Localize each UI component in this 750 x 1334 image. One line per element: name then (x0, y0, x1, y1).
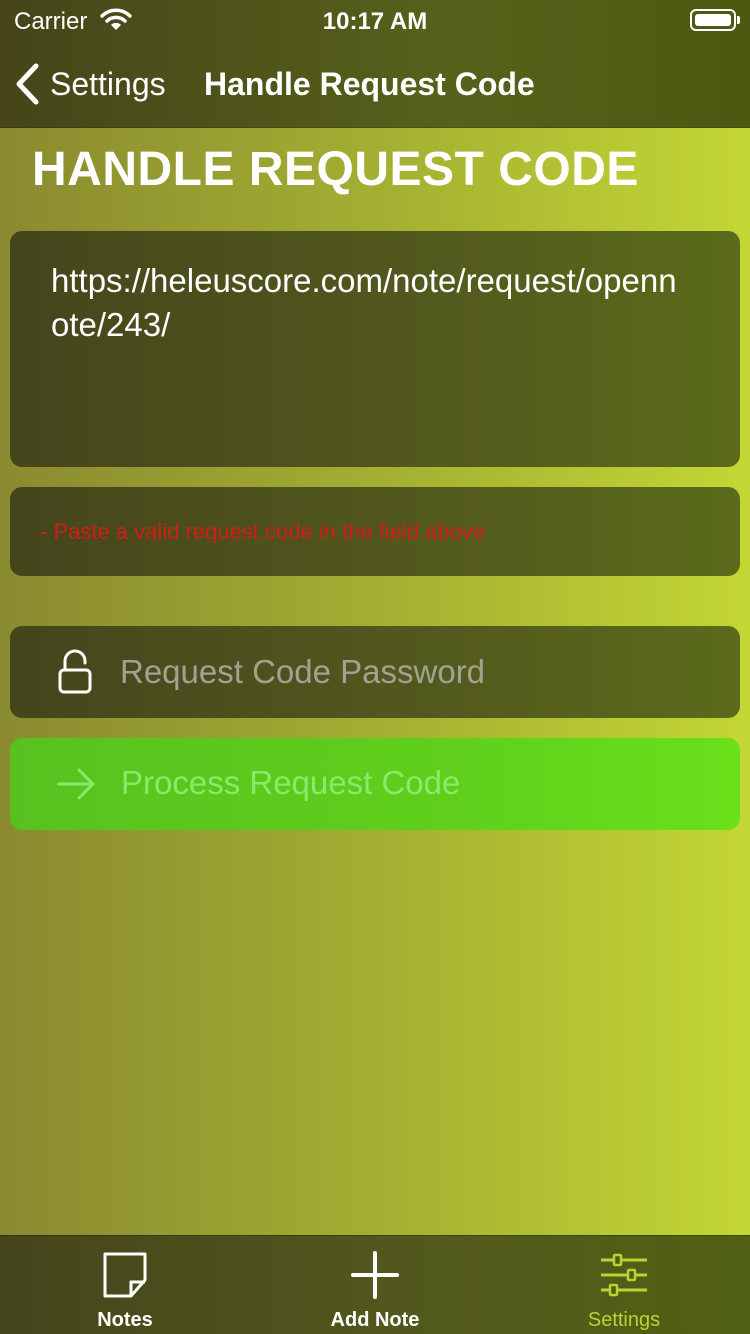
battery-icon (690, 9, 736, 31)
sliders-icon (601, 1253, 647, 1297)
password-field-container[interactable] (10, 626, 740, 718)
chevron-left-icon (16, 63, 39, 105)
plus-icon (351, 1251, 399, 1299)
request-code-password-input[interactable] (120, 644, 720, 700)
tab-notes[interactable]: Notes (0, 1236, 250, 1334)
tab-add-note[interactable]: Add Note (250, 1236, 500, 1334)
navigation-bar: Settings Handle Request Code (0, 40, 750, 128)
process-request-code-button[interactable]: Process Request Code (10, 738, 740, 830)
tab-bar: Notes Add Note Settings (0, 1235, 750, 1334)
request-code-field[interactable]: https://heleuscore.com/note/request/open… (10, 231, 740, 467)
error-message: - Paste a valid request code in the fiel… (40, 519, 486, 544)
tab-add-note-label: Add Note (330, 1309, 420, 1331)
process-button-label: Process Request Code (121, 764, 461, 801)
page-heading: HANDLE REQUEST CODE (32, 143, 639, 196)
back-button[interactable]: Settings (14, 60, 166, 108)
arrow-right-icon (57, 768, 95, 800)
unlock-icon (58, 649, 92, 694)
clock: 10:17 AM (322, 8, 428, 35)
back-button-label: Settings (50, 65, 166, 102)
status-bar: Carrier 10:17 AM (0, 0, 750, 40)
tab-notes-label: Notes (97, 1309, 153, 1331)
note-icon (103, 1252, 147, 1298)
tab-settings[interactable]: Settings (499, 1236, 749, 1334)
tab-settings-label: Settings (587, 1309, 661, 1331)
nav-title: Handle Request Code (204, 66, 535, 102)
validation-message-box: - Paste a valid request code in the fiel… (10, 487, 740, 576)
battery-tip (737, 16, 740, 24)
request-code-text[interactable]: https://heleuscore.com/note/request/open… (51, 259, 691, 347)
